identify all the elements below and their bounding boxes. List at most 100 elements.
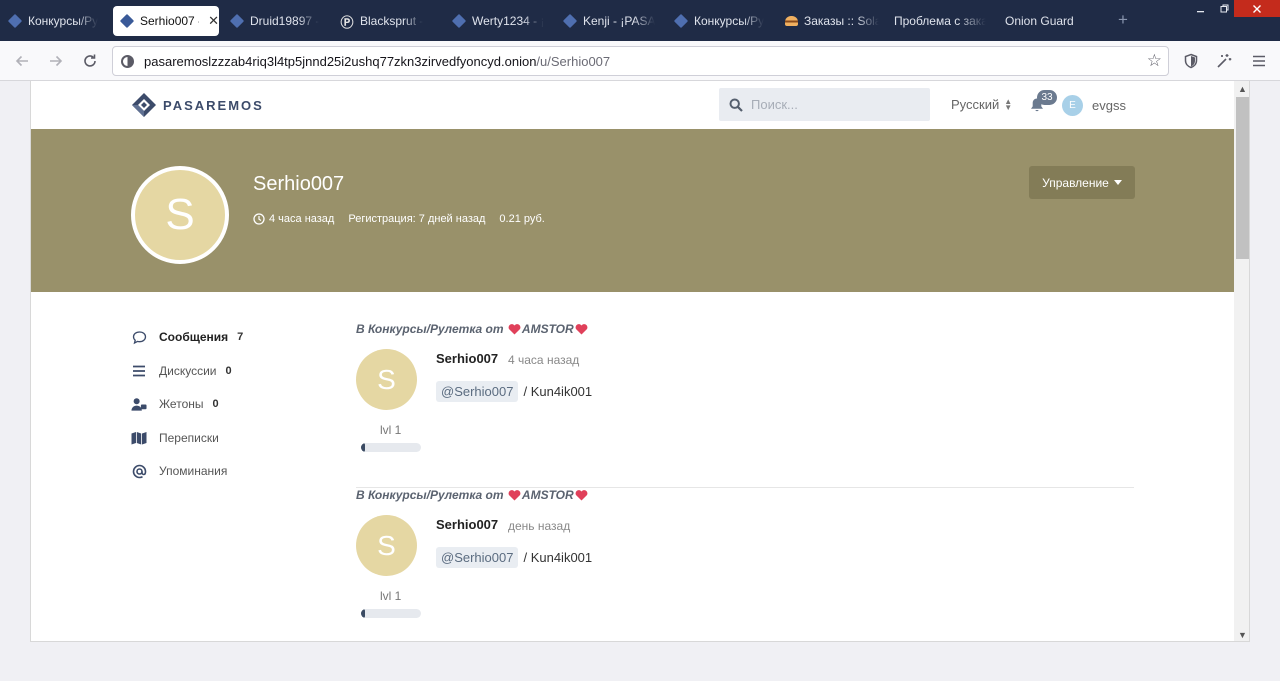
post-author-avatar[interactable]: S <box>356 515 417 576</box>
clock-icon <box>253 213 265 225</box>
post-timestamp[interactable]: день назад <box>508 519 570 533</box>
notification-count-badge: 33 <box>1037 90 1057 105</box>
posts-count: 7 <box>237 331 244 343</box>
username-link[interactable]: evgss <box>1092 98 1126 113</box>
post-item: В Конкурсы/Рулетка от AMSTOR S lvl 1 Ser… <box>356 488 1134 641</box>
search-box[interactable] <box>719 88 930 121</box>
sort-caret-icon: ▲ ▼ <box>1004 96 1013 112</box>
diamond-favicon-icon <box>8 13 23 29</box>
post-author-name[interactable]: Serhio007 <box>436 351 498 366</box>
at-icon <box>131 463 147 479</box>
diamond-favicon-icon <box>563 13 578 29</box>
address-bar[interactable]: pasaremoslzzzab4riq3l4tp5jnnd25i2ushq77z… <box>112 46 1169 76</box>
comment-icon <box>131 329 147 345</box>
profile-nav-conversations[interactable]: Переписки <box>131 428 219 448</box>
reload-icon <box>84 54 96 67</box>
profile-nav-posts[interactable]: Сообщения 7 <box>131 327 243 347</box>
page-scrollbar[interactable]: ▲ ▼ <box>1234 81 1249 641</box>
post-item: В Конкурсы/Рулетка от AMSTOR S lvl 1 Ser… <box>356 322 1134 488</box>
browser-tab[interactable]: Druid19897 - <box>230 6 325 36</box>
user-mention[interactable]: @Serhio007 <box>436 381 519 402</box>
burger-favicon-icon <box>784 14 798 28</box>
restore-icon <box>1220 4 1228 13</box>
search-icon <box>729 98 743 112</box>
browser-tab-active[interactable]: Serhio007 - ✕ <box>113 6 219 36</box>
post-author-avatar[interactable]: S <box>356 349 417 410</box>
url-text[interactable]: pasaremoslzzzab4riq3l4tp5jnnd25i2ushq77z… <box>144 54 610 69</box>
profile-nav-tokens[interactable]: Жетоны 0 <box>131 394 219 414</box>
browser-tab[interactable]: Kenji - ¡PASA <box>563 6 658 36</box>
manage-button[interactable]: Управление <box>1029 166 1135 199</box>
scroll-up-arrow-icon[interactable]: ▲ <box>1234 81 1249 96</box>
level-progress-fill <box>361 443 365 452</box>
profile-avatar: S <box>131 166 229 264</box>
heart-icon <box>508 323 521 334</box>
scroll-down-arrow-icon[interactable]: ▼ <box>1234 627 1249 641</box>
browser-tab[interactable]: Onion Guard <box>1005 6 1105 36</box>
post-text: / Kun4ik001 <box>523 384 593 399</box>
tokens-count: 0 <box>212 398 219 410</box>
post-topic-link[interactable]: В Конкурсы/Рулетка от AMSTOR <box>356 488 589 502</box>
user-avatar[interactable]: E <box>1062 95 1083 116</box>
browser-tab-strip: Конкурсы/Ру Serhio007 - ✕ Druid19897 - Ⓟ… <box>0 0 1280 41</box>
diamond-favicon-icon <box>674 13 689 29</box>
registration-date: Регистрация: 7 дней назад <box>348 213 486 225</box>
level-progress-fill <box>361 609 365 618</box>
pasaremos-logo-icon <box>132 93 156 117</box>
back-button[interactable] <box>10 49 34 73</box>
shield-icon[interactable] <box>1181 51 1201 71</box>
post-content: @Serhio007 / Kun4ik001 <box>436 547 592 568</box>
reload-button[interactable] <box>78 49 102 73</box>
user-mention[interactable]: @Serhio007 <box>436 547 519 568</box>
author-level: lvl 1 <box>380 423 402 437</box>
balance: 0.21 руб. <box>499 213 545 225</box>
heart-icon <box>508 489 521 500</box>
caret-down-icon <box>1113 180 1122 185</box>
bookmark-star-icon[interactable]: ☆ <box>1147 51 1162 71</box>
browser-tab[interactable]: Ⓟ Blacksprut - <box>340 6 435 36</box>
diamond-favicon-icon <box>119 13 135 29</box>
discussions-count: 0 <box>225 365 232 377</box>
post-text: / Kun4ik001 <box>523 550 593 565</box>
profile-banner: S Serhio007 4 часа назад Регистрация: 7 … <box>31 129 1234 292</box>
site-header: PASAREMOS Русский ▲▼ 33 E evgss <box>31 81 1234 129</box>
forward-button[interactable] <box>44 49 68 73</box>
minimize-icon <box>1196 11 1204 13</box>
last-seen: 4 часа назад <box>269 213 335 225</box>
search-input[interactable] <box>751 97 921 112</box>
tor-circuit-icon[interactable] <box>1214 51 1234 71</box>
post-author-name[interactable]: Serhio007 <box>436 517 498 532</box>
browser-tab[interactable]: Werty1234 - ¡P <box>452 6 544 36</box>
level-progress-bar <box>361 609 421 618</box>
blacksprut-favicon-icon: Ⓟ <box>340 15 354 31</box>
post-topic-link[interactable]: В Конкурсы/Рулетка от AMSTOR <box>356 322 589 336</box>
new-tab-button[interactable]: + <box>1118 10 1128 30</box>
level-progress-bar <box>361 443 421 452</box>
page-viewport: PASAREMOS Русский ▲▼ 33 E evgss S Serhio… <box>30 81 1250 642</box>
language-selector[interactable]: Русский ▲ ▼ <box>951 97 1012 112</box>
onion-site-info-icon[interactable] <box>121 54 134 68</box>
diamond-favicon-icon <box>230 13 245 29</box>
profile-username: Serhio007 <box>253 173 345 195</box>
post-timestamp[interactable]: 4 часа назад <box>508 353 579 367</box>
site-logo[interactable]: PASAREMOS <box>131 92 264 118</box>
map-icon <box>131 430 147 446</box>
author-level: lvl 1 <box>380 589 402 603</box>
close-icon <box>1253 4 1261 13</box>
arrow-left-icon <box>15 55 28 67</box>
heart-icon <box>575 489 588 500</box>
hamburger-menu-icon[interactable] <box>1249 51 1269 71</box>
profile-nav-mentions[interactable]: Упоминания <box>131 461 227 481</box>
profile-nav-discussions[interactable]: Дискуссии 0 <box>131 361 232 381</box>
close-window-button[interactable] <box>1234 0 1280 17</box>
close-tab-icon[interactable]: ✕ <box>208 13 219 29</box>
post-content: @Serhio007 / Kun4ik001 <box>436 381 592 402</box>
browser-tab[interactable]: Проблема с зака <box>894 6 986 36</box>
profile-meta: 4 часа назад Регистрация: 7 дней назад 0… <box>253 213 559 225</box>
browser-tab[interactable]: Конкурсы/Ру <box>8 6 100 36</box>
arrow-right-icon <box>50 55 63 67</box>
browser-tab[interactable]: Конкурсы/Ру <box>674 6 767 36</box>
scrollbar-thumb[interactable] <box>1236 97 1249 259</box>
browser-tab[interactable]: Заказы :: Sola <box>784 6 879 36</box>
user-token-icon <box>131 396 147 412</box>
